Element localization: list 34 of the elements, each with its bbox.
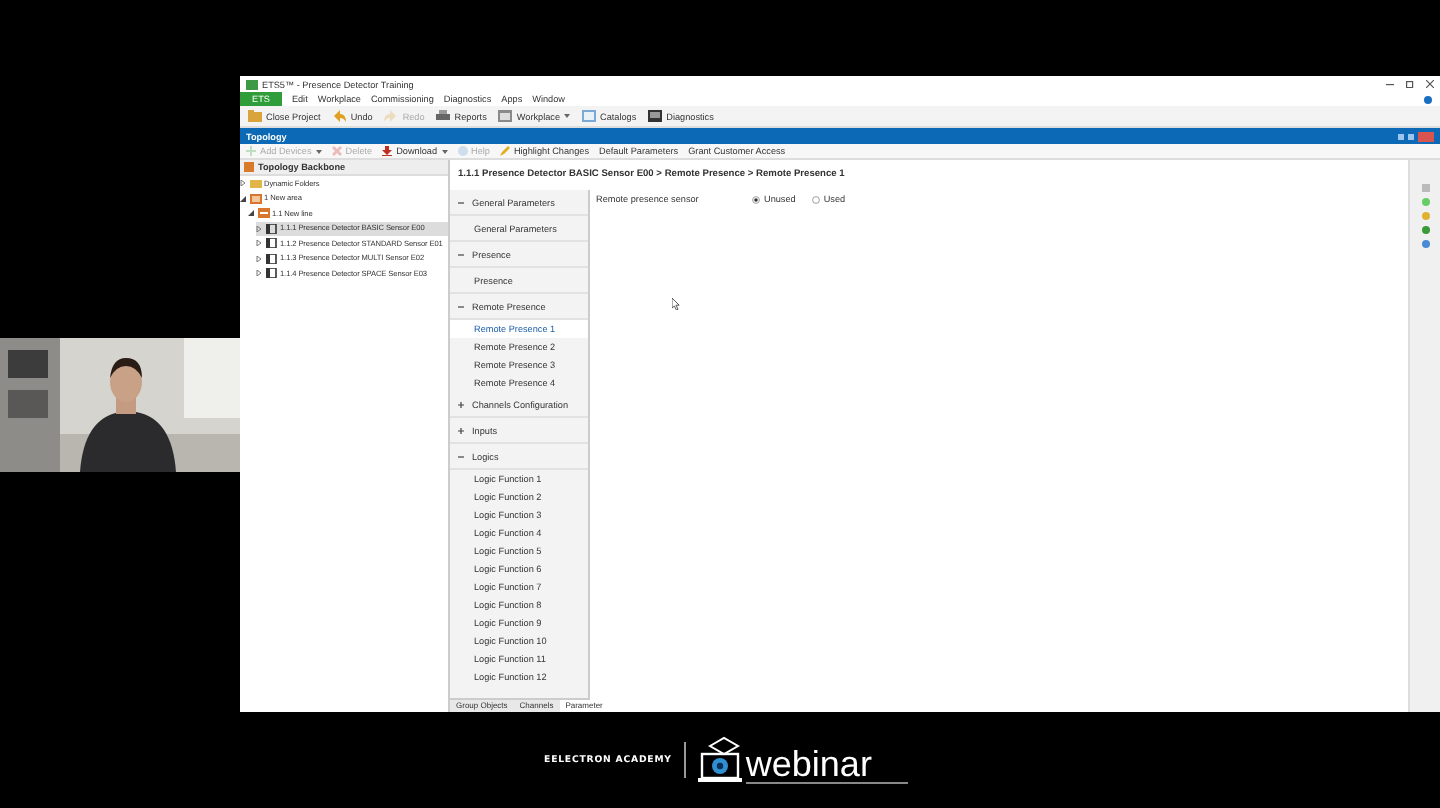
download-icon [382, 146, 393, 156]
folder-icon [248, 110, 262, 122]
expand-icon[interactable] [256, 255, 262, 262]
restore-icon[interactable] [1406, 80, 1414, 88]
cursor-icon [672, 298, 680, 310]
help-icon [457, 146, 468, 156]
line-icon [257, 208, 269, 219]
close-icon[interactable] [1426, 80, 1434, 88]
plus-icon [246, 146, 256, 156]
device-icon [265, 223, 277, 234]
panel-controls-icon[interactable] [1398, 131, 1434, 141]
undo-icon [332, 110, 347, 122]
redo-icon [384, 110, 399, 122]
help-icon[interactable] [1424, 95, 1432, 103]
brand-product: webinar [745, 746, 908, 784]
minimize-icon[interactable] [1386, 80, 1394, 88]
device-icon [265, 268, 277, 279]
app-icon [246, 79, 258, 89]
info-icon[interactable] [1421, 240, 1429, 248]
printer-icon [436, 110, 451, 122]
folder-icon [249, 178, 261, 189]
expand-icon[interactable] [256, 270, 262, 277]
topology-icon [244, 162, 254, 172]
expand-icon[interactable] [256, 240, 262, 247]
monitor-icon [648, 110, 663, 122]
device-icon [265, 253, 277, 264]
building-icon [249, 193, 261, 204]
laptop-icon [697, 736, 742, 784]
expand-icon[interactable] [256, 225, 262, 232]
expand-icon[interactable] [240, 180, 246, 187]
expand-icon[interactable] [458, 401, 464, 407]
delete-icon [331, 146, 342, 156]
expand-icon[interactable] [458, 427, 464, 433]
device-icon [265, 238, 277, 249]
